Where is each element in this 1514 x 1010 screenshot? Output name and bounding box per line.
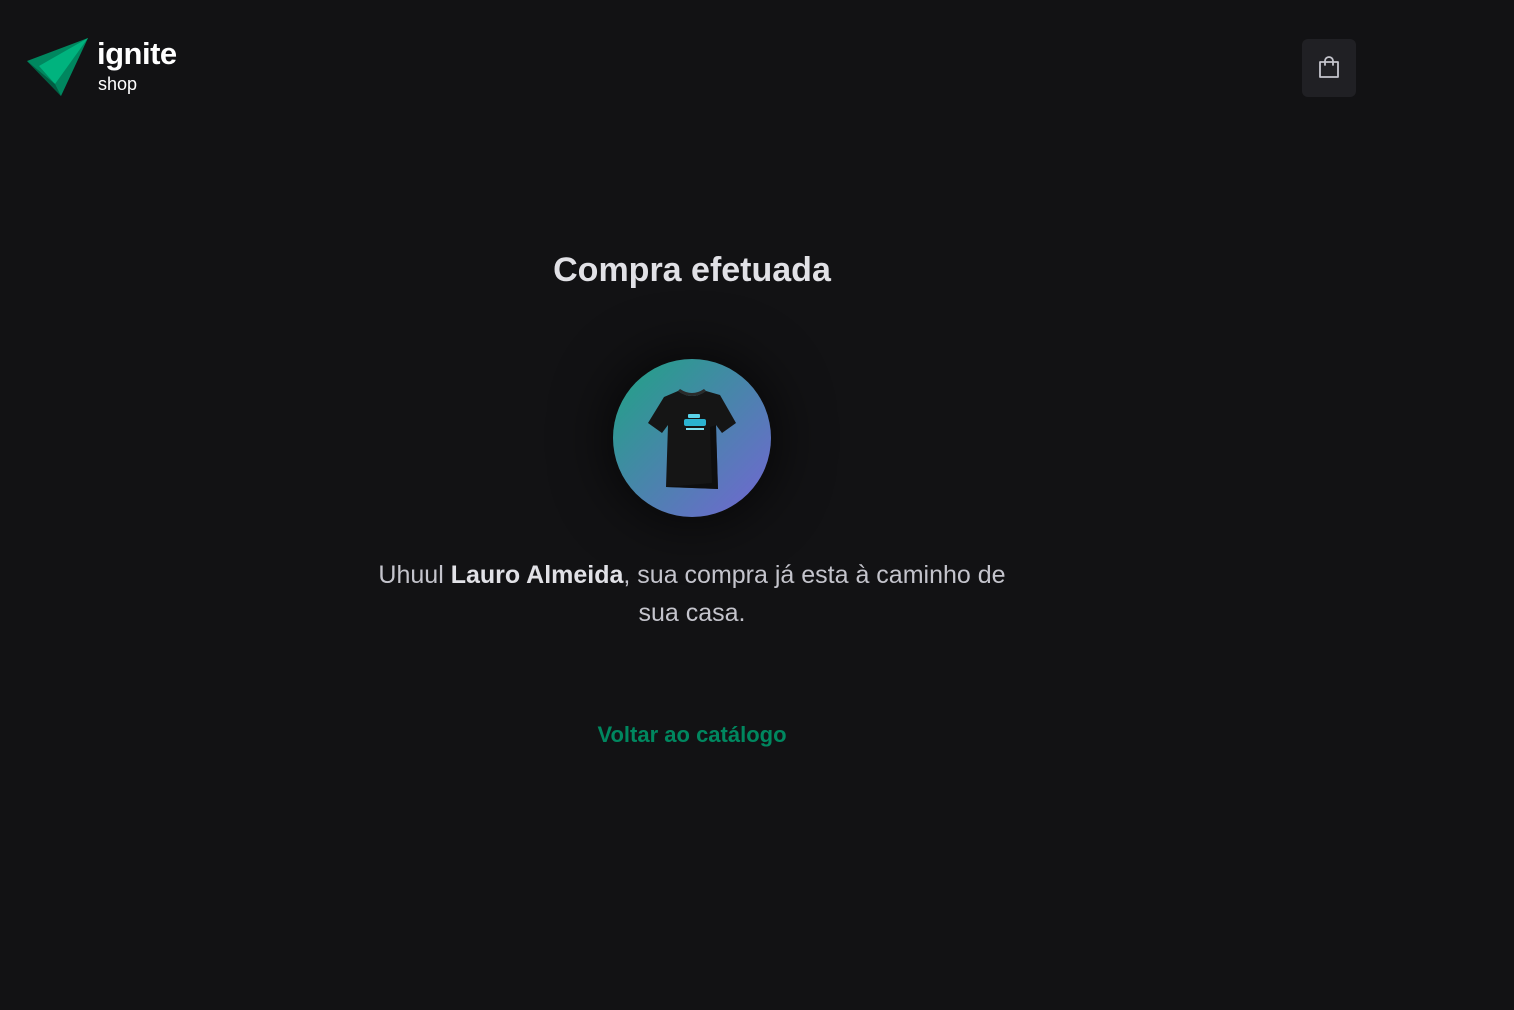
logo-text: ignite shop	[97, 34, 177, 93]
logo-subtitle: shop	[98, 74, 138, 94]
logo[interactable]: ignite shop	[27, 34, 177, 96]
page-title: Compra efetuada	[553, 251, 831, 289]
message-prefix: Uhuul	[378, 561, 451, 590]
logo-title: ignite	[97, 36, 177, 71]
back-to-catalog-link[interactable]: Voltar ao catálogo	[597, 722, 786, 748]
product-image-container	[613, 359, 771, 518]
success-message: Uhuul Lauro Almeida, sua compra já esta …	[372, 557, 1012, 632]
ignite-logo-icon	[27, 38, 88, 96]
cart-button[interactable]	[1302, 39, 1356, 97]
header: ignite shop	[0, 0, 1514, 130]
t-shirt-icon	[648, 389, 736, 490]
message-suffix: , sua compra já esta à caminho de sua ca…	[623, 561, 1006, 627]
customer-name: Lauro Almeida	[450, 561, 624, 590]
success-container: Compra efetuada Uhuul Lauro Almeida, sua…	[342, 230, 1042, 748]
shopping-bag-icon	[1319, 56, 1339, 78]
